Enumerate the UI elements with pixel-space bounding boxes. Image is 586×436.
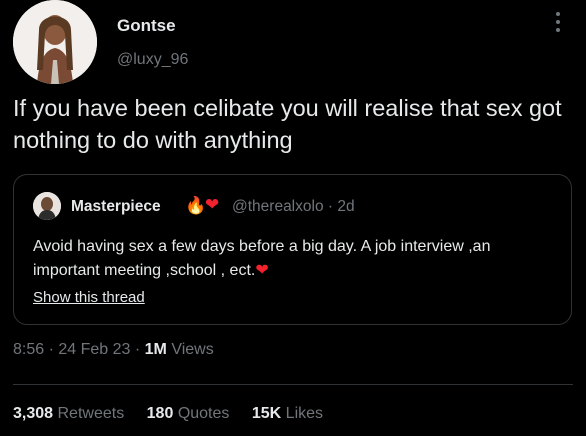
engagement-stats: 3,308 Retweets 180 Quotes 15K Likes bbox=[13, 405, 341, 423]
heart-emoji-icon: ❤ bbox=[255, 262, 269, 279]
tweet-time[interactable]: 8:56 bbox=[13, 341, 44, 358]
more-options-icon[interactable] bbox=[553, 12, 563, 38]
quoted-handle: @therealxolo · 2d bbox=[232, 198, 355, 215]
dot bbox=[556, 20, 560, 24]
quotes-count: 180 bbox=[146, 405, 174, 422]
views-label: Views bbox=[171, 341, 214, 358]
retweets-count: 3,308 bbox=[13, 405, 54, 422]
heart-emoji-icon: ❤ bbox=[205, 195, 220, 214]
retweets-stat[interactable]: 3,308 Retweets bbox=[13, 405, 142, 422]
separator: · bbox=[44, 341, 59, 358]
profile-photo-icon bbox=[13, 0, 97, 84]
dot bbox=[556, 28, 560, 32]
author-handle[interactable]: @luxy_96 bbox=[117, 51, 188, 69]
likes-label: Likes bbox=[285, 405, 324, 422]
quoted-profile-photo-icon bbox=[33, 192, 61, 220]
show-thread-link[interactable]: Show this thread bbox=[33, 289, 145, 306]
fire-emoji-icon: 🔥 bbox=[185, 196, 207, 215]
quotes-label: Quotes bbox=[177, 405, 230, 422]
tweet-text: If you have been celibate you will reali… bbox=[13, 95, 562, 153]
views-count: 1M bbox=[144, 341, 167, 358]
separator: · bbox=[130, 341, 145, 358]
dot bbox=[556, 12, 560, 16]
tweet-date[interactable]: 24 Feb 23 bbox=[58, 341, 130, 358]
quoted-name: Masterpiece bbox=[71, 198, 161, 215]
quoted-tweet[interactable]: Masterpiece 🔥 ❤ @therealxolo · 2d Avoid … bbox=[13, 174, 572, 325]
quoted-text: Avoid having sex a few days before a big… bbox=[33, 235, 553, 283]
retweets-label: Retweets bbox=[57, 405, 125, 422]
author-name[interactable]: Gontse bbox=[117, 16, 176, 36]
likes-stat[interactable]: 15K Likes bbox=[252, 405, 341, 422]
quotes-stat[interactable]: 180 Quotes bbox=[147, 405, 248, 422]
author-avatar[interactable] bbox=[13, 0, 97, 84]
quoted-avatar bbox=[33, 192, 61, 220]
divider bbox=[13, 384, 573, 385]
tweet-meta: 8:56 · 24 Feb 23 · 1M Views bbox=[13, 341, 214, 359]
likes-count: 15K bbox=[251, 405, 282, 422]
